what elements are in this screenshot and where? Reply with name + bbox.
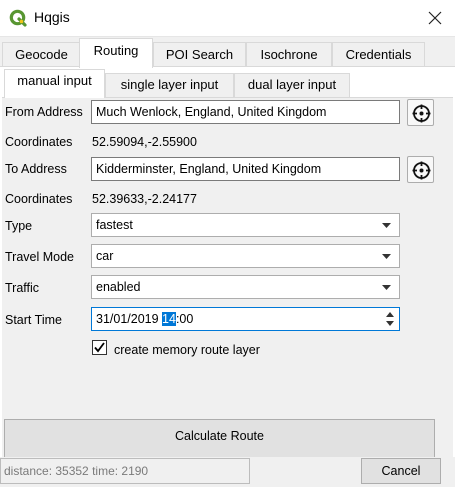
tab-poi-search[interactable]: POI Search [153,42,246,67]
title-bar: Hqgis [0,0,455,37]
subtab-single-layer-input[interactable]: single layer input [105,73,234,97]
from-address-input[interactable]: Much Wenlock, England, United Kingdom [91,100,400,124]
close-button[interactable] [421,4,449,32]
close-icon [428,11,442,25]
to-coordinates-value: 52.39633,-2.24177 [92,192,197,206]
crosshair-icon [412,161,431,180]
traffic-label: Traffic [5,281,40,295]
to-address-input[interactable]: Kidderminster, England, United Kingdom [91,157,400,181]
from-address-label: From Address [5,105,83,119]
checkmark-icon [94,342,105,353]
travel-mode-dropdown[interactable]: car [91,244,400,268]
subtab-manual-input[interactable]: manual input [4,69,105,98]
tab-credentials[interactable]: Credentials [332,42,425,67]
chevron-down-icon [382,254,391,259]
main-tab-bar: Geocode Routing POI Search Isochrone Cre… [0,37,455,68]
subtab-dual-layer-input[interactable]: dual layer input [234,73,350,97]
to-locate-button[interactable] [407,156,434,183]
start-time-label: Start Time [5,313,62,327]
traffic-value: enabled [96,280,141,294]
from-locate-button[interactable] [407,99,434,126]
chevron-down-icon [382,285,391,290]
input-mode-tab-bar: manual input single layer input dual lay… [0,68,455,98]
memory-layer-checkbox[interactable] [92,340,107,355]
tab-routing[interactable]: Routing [79,38,153,68]
travel-mode-value: car [96,249,114,263]
from-coordinates-value: 52.59094,-2.55900 [92,135,197,149]
window-title: Hqgis [34,9,70,25]
type-value: fastest [96,218,133,232]
cancel-button[interactable]: Cancel [361,458,441,484]
qgis-logo-icon [9,9,27,27]
chevron-down-icon [382,223,391,228]
tab-geocode[interactable]: Geocode [2,42,81,67]
to-address-label: To Address [5,162,67,176]
start-minute-text: :00 [175,312,194,326]
type-label: Type [5,219,33,233]
calculate-route-button[interactable]: Calculate Route [4,419,435,457]
travel-mode-label: Travel Mode [5,250,75,264]
crosshair-icon [412,104,431,123]
from-coordinates-label: Coordinates [5,135,73,149]
status-field: distance: 35352 time: 2190 [0,458,250,484]
start-hour-selected: 14 [162,312,176,326]
traffic-dropdown[interactable]: enabled [91,275,400,299]
start-date-text: 31/01/2019 [96,312,163,326]
tab-isochrone[interactable]: Isochrone [246,42,332,67]
type-dropdown[interactable]: fastest [91,213,400,237]
spin-arrows-icon[interactable] [383,309,397,329]
start-time-editor[interactable]: 31/01/2019 14:00 [91,307,400,331]
to-coordinates-label: Coordinates [5,192,73,206]
memory-layer-label: create memory route layer [114,343,260,357]
